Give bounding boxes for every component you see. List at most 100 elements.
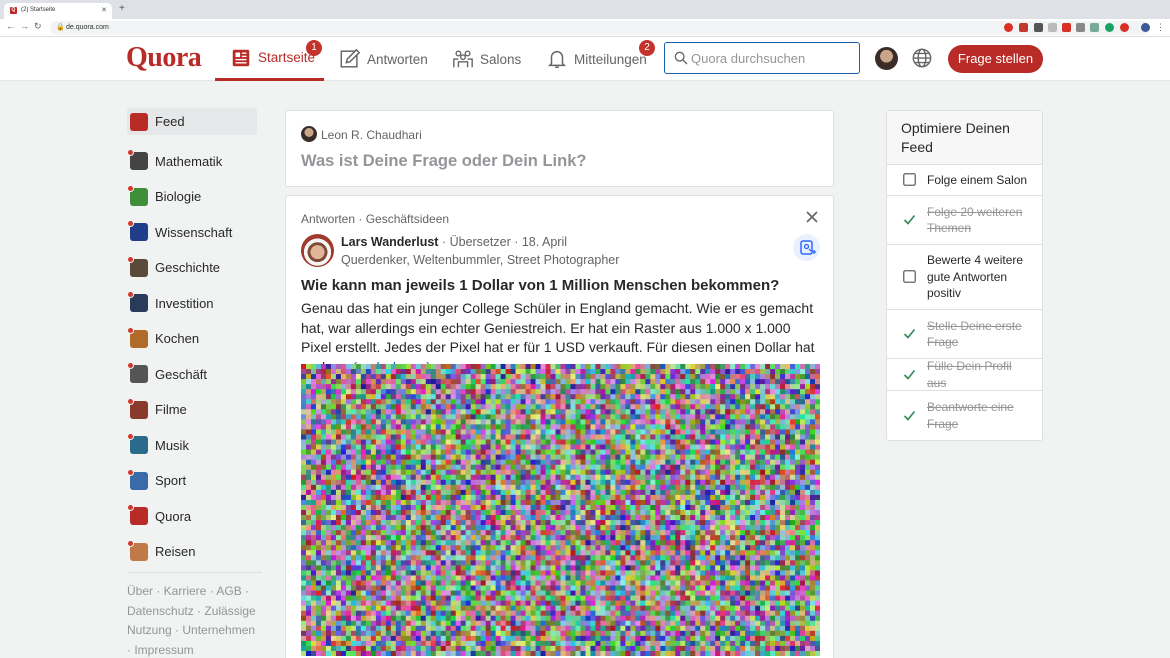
task-item[interactable]: Stelle Deine erste Frage	[887, 310, 1042, 359]
extension-icon[interactable]	[1105, 23, 1114, 32]
task-label: Folge einem Salon	[927, 172, 1028, 187]
nav-label: Antworten	[367, 51, 428, 67]
author-tagline: Querdenker, Weltenbummler, Street Photog…	[341, 253, 620, 267]
unread-dot	[127, 326, 134, 334]
panel-title: Optimiere Deinen Feed	[887, 111, 1042, 165]
task-item[interactable]: Beantworte eine Frage	[887, 391, 1042, 440]
avatar	[301, 126, 317, 142]
task-item[interactable]: Fülle Dein Profil aus	[887, 359, 1042, 391]
sidebar-item-label: Sport	[155, 473, 187, 489]
extension-icon[interactable]	[1004, 23, 1013, 32]
browser-tab[interactable]: Q (2) Startseite ✕	[4, 3, 112, 19]
sidebar-item-kochen[interactable]: Kochen	[127, 321, 257, 357]
people-icon	[453, 50, 473, 68]
checkmark-icon	[903, 328, 916, 339]
extension-icon[interactable]	[1062, 23, 1071, 32]
unread-dot	[127, 468, 134, 476]
nav-antworten[interactable]: Antworten	[339, 37, 428, 81]
sidebar-item-label: Quora	[155, 508, 192, 524]
author-name[interactable]: Lars Wanderlust	[341, 235, 438, 249]
globe-icon[interactable]	[911, 47, 933, 69]
quora-logo[interactable]: Quora	[126, 42, 202, 74]
task-item[interactable]: Folge einem Salon	[887, 165, 1042, 196]
url-field[interactable]: 🔒 de.quora.com	[50, 21, 1150, 35]
search-input[interactable]	[691, 49, 851, 67]
author-avatar[interactable]	[301, 234, 334, 267]
sidebar-item-label: Investition	[155, 295, 214, 311]
bookmark-button[interactable]	[793, 234, 820, 261]
reload-icon[interactable]: ↻	[34, 21, 42, 32]
tab-close-icon[interactable]: ✕	[101, 6, 107, 14]
topic-icon	[127, 539, 148, 561]
pixel-grid-image[interactable]	[301, 364, 820, 656]
sidebar-item-filme[interactable]: Filme	[127, 392, 257, 428]
author-credential: · Übersetzer · 18. April	[438, 235, 567, 249]
sidebar-item-geschaeft[interactable]: Geschäft	[127, 357, 257, 393]
nav-mitteilungen[interactable]: Mitteilungen	[546, 37, 647, 81]
nav-salons[interactable]: Salons	[452, 37, 521, 81]
checkbox-icon[interactable]	[903, 173, 916, 186]
url-text: de.quora.com	[66, 24, 109, 31]
topic-icon	[127, 291, 148, 313]
ask-user-name: Leon R. Chaudhari	[321, 128, 422, 142]
sidebar-item-label: Wissenschaft	[155, 224, 233, 240]
feed-icon	[130, 112, 148, 131]
unread-dot	[127, 397, 134, 405]
lock-icon: 🔒	[56, 24, 65, 31]
topics-sidebar: Feed Mathematik Biologie Wissenschaft Ge…	[127, 108, 257, 570]
sidebar-item-sport[interactable]: Sport	[127, 463, 257, 499]
forward-icon[interactable]: →	[20, 21, 29, 31]
sidebar-item-geschichte[interactable]: Geschichte	[127, 250, 257, 286]
footer-links[interactable]: Über · Karriere · AGB · Datenschutz · Zu…	[127, 572, 262, 658]
bell-icon	[547, 51, 567, 68]
extension-icon[interactable]	[1090, 23, 1099, 32]
sidebar-item-quora[interactable]: Quora	[127, 499, 257, 535]
topic-icon	[127, 504, 148, 526]
menu-icon[interactable]: ⋮	[1156, 22, 1165, 33]
task-label: Beantworte eine Frage	[927, 400, 1014, 431]
unread-dot	[127, 433, 134, 441]
checkbox-icon[interactable]	[903, 270, 916, 283]
search-box[interactable]	[664, 42, 860, 74]
extension-icon[interactable]	[1034, 23, 1043, 32]
unread-dot	[127, 504, 134, 512]
sidebar-item-investition[interactable]: Investition	[127, 286, 257, 322]
extension-icon[interactable]	[1120, 23, 1129, 32]
topic-icon	[127, 468, 148, 490]
ask-question-card[interactable]: Leon R. Chaudhari Was ist Deine Frage od…	[285, 110, 834, 187]
back-icon[interactable]: ←	[6, 21, 15, 31]
ask-prompt[interactable]: Was ist Deine Frage oder Dein Link?	[301, 152, 586, 171]
extension-icon[interactable]	[1019, 23, 1028, 32]
extension-icon[interactable]	[1048, 23, 1057, 32]
unread-dot	[127, 255, 134, 263]
bookmark-icon	[800, 240, 816, 255]
sidebar-item-label: Mathematik	[155, 153, 223, 169]
post-meta[interactable]: Antworten · Geschäftsideen	[301, 212, 449, 226]
notification-badge: 2	[639, 40, 655, 56]
task-item[interactable]: Bewerte 4 weitere gute Antworten positiv	[887, 245, 1042, 310]
extension-icon[interactable]	[1076, 23, 1085, 32]
task-label: Bewerte 4 weitere gute Antworten positiv	[927, 253, 1024, 301]
profile-icon[interactable]	[1141, 23, 1150, 32]
unread-dot	[127, 539, 134, 547]
task-item[interactable]: Folge 20 weiteren Themen	[887, 196, 1042, 245]
browser-tabbar: Q (2) Startseite ✕ +	[0, 0, 1170, 19]
avatar[interactable]	[875, 47, 898, 70]
checkmark-icon	[903, 214, 916, 225]
sidebar-item-biologie[interactable]: Biologie	[127, 179, 257, 215]
sidebar-item-wissenschaft[interactable]: Wissenschaft	[127, 215, 257, 251]
new-tab-icon[interactable]: +	[119, 4, 125, 14]
unread-dot	[127, 291, 134, 299]
quora-favicon-icon: Q	[10, 7, 17, 14]
sidebar-item-musik[interactable]: Musik	[127, 428, 257, 464]
question-title[interactable]: Wie kann man jeweils 1 Dollar von 1 Mill…	[301, 277, 779, 294]
close-icon[interactable]	[804, 209, 820, 225]
ask-question-button[interactable]: Frage stellen	[948, 45, 1043, 73]
topic-icon	[127, 326, 148, 348]
topic-icon	[127, 255, 148, 277]
optimize-feed-panel: Optimiere Deinen Feed Folge einem Salon …	[886, 110, 1043, 441]
sidebar-item-feed[interactable]: Feed	[127, 108, 257, 135]
task-label: Stelle Deine erste Frage	[927, 318, 1022, 350]
sidebar-item-reisen[interactable]: Reisen	[127, 534, 257, 570]
sidebar-item-mathematik[interactable]: Mathematik	[127, 144, 257, 180]
